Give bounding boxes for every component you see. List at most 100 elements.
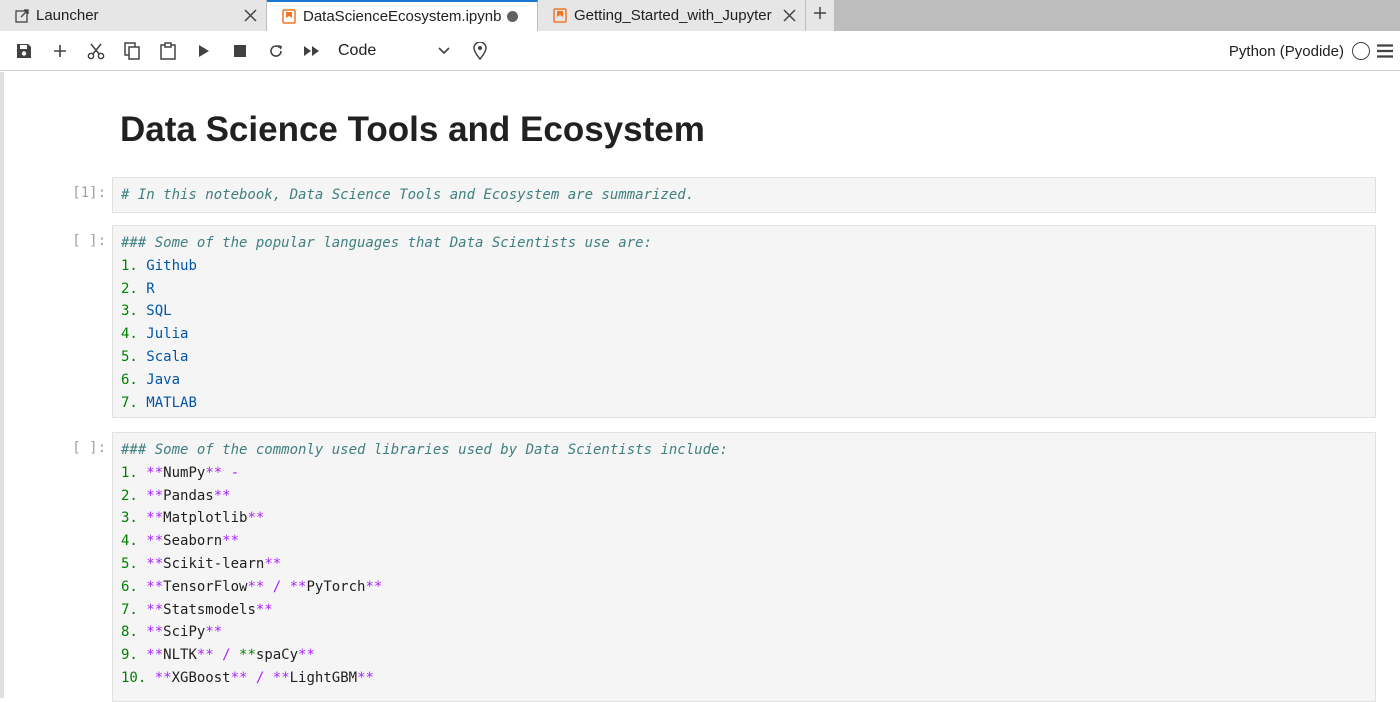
cell-editor[interactable]: ### Some of the commonly used libraries … [112,432,1376,702]
plus-icon [813,6,827,25]
save-icon [17,43,31,58]
list-number: 10. [121,669,147,686]
code-line: 3. SQL [121,303,172,319]
stop-icon [234,44,246,57]
tab-launcher[interactable]: Launcher [0,0,267,31]
tab-label: Getting_Started_with_Jupyter [574,7,772,24]
list-number: 7. [121,394,138,411]
code-line: 2. **Pandas** [121,488,231,504]
list-item-text: Julia [146,326,189,343]
clipboard-icon [160,41,176,60]
library-name: SciPy [163,624,206,641]
list-number: 8. [121,624,138,641]
list-number: 1. [121,464,138,481]
code-line: 4. Julia [121,326,188,342]
scrollbar[interactable] [1396,72,1400,698]
tab-datascienceecosystem[interactable]: DataScienceEcosystem.ipynb [267,0,538,31]
unsaved-dot-icon[interactable] [507,11,519,22]
tab-bar: Launcher DataScienceEcosystem.ipynb Gett… [0,0,1400,31]
code-line: 7. MATLAB [121,395,197,411]
insert-cell-button[interactable] [42,31,78,71]
list-item-text: Github [146,257,197,274]
library-name: TensorFlow [163,578,248,595]
cell-type-select[interactable]: Code [338,42,450,60]
list-number: 5. [121,555,138,572]
bold-marker: ** [239,647,256,664]
bold-marker: ** [146,601,164,618]
bold-marker: ** [146,647,164,664]
list-item-text: Scala [146,348,189,365]
bold-marker: ** [298,647,315,664]
list-number: 1. [121,257,138,274]
list-number: 2. [121,487,138,504]
notebook-panel[interactable]: Data Science Tools and Ecosystem [1]: # … [4,72,1396,702]
separator: / [247,669,273,686]
kernel-name[interactable]: Python (Pyodide) [1229,43,1344,60]
cell-editor[interactable]: ### Some of the popular languages that D… [112,225,1376,418]
add-tab-button[interactable] [806,0,834,31]
bold-marker: ** [357,669,374,686]
markdown-heading: Data Science Tools and Ecosystem [120,110,705,149]
save-button[interactable] [6,31,42,71]
bold-marker: ** [255,601,273,618]
kernel-status-circle-icon [1352,42,1370,60]
scissors-icon [87,43,105,59]
code-line: 5. Scala [121,349,188,365]
list-item-text: Java [146,371,181,388]
bold-marker: ** [205,464,223,481]
library-name: Statsmodels [163,601,256,618]
code-cell[interactable]: [ ]: ### Some of the commonly used libra… [4,432,1376,702]
library-name: XGBoost [171,669,231,686]
separator: / [264,578,290,595]
tab-getting-started[interactable]: Getting_Started_with_Jupyter [538,0,806,31]
list-item-text: MATLAB [146,394,197,411]
list-number: 3. [121,510,138,527]
code-line: 4. **Seaborn** [121,533,239,549]
comment-line: # In this notebook, Data Science Tools a… [121,187,695,203]
list-number: 3. [121,303,138,320]
bold-marker: ** [365,578,383,595]
close-icon[interactable] [242,8,258,24]
notebook-icon [281,9,297,25]
list-number: 2. [121,280,138,297]
restart-run-all-button[interactable] [294,31,330,71]
interrupt-button[interactable] [222,31,258,71]
notebook-icon [552,8,568,24]
code-line: 6. Java [121,372,180,388]
restart-button[interactable] [258,31,294,71]
plus-icon [54,44,66,57]
run-button[interactable] [186,31,222,71]
cut-button[interactable] [78,31,114,71]
cell-prompt: [1]: [72,185,106,201]
library-name: PyTorch [306,578,366,595]
list-number: 7. [121,601,138,618]
library-name: NumPy [163,464,206,481]
bold-marker: ** [146,510,164,527]
code-line: 10. **XGBoost** / **LightGBM** [121,670,374,686]
library-name: NLTK [163,647,197,664]
bold-marker: ** [230,669,248,686]
list-number: 4. [121,326,138,343]
copy-button[interactable] [114,31,150,71]
paste-button[interactable] [150,31,186,71]
external-link-icon [14,8,30,24]
cell-editor[interactable]: # In this notebook, Data Science Tools a… [112,177,1376,213]
hamburger-icon [1377,44,1393,58]
code-cell[interactable]: [1]: # In this notebook, Data Science To… [4,177,1376,213]
cell-prompt: [ ]: [72,233,106,249]
bold-marker: ** [222,533,240,550]
code-line: 9. **NLTK** / **spaCy** [121,647,315,663]
debugger-button[interactable] [462,31,498,71]
library-name: Pandas [163,487,214,504]
library-name: Seaborn [163,533,223,550]
comment-line: ### Some of the commonly used libraries … [121,442,728,458]
code-cell[interactable]: [ ]: ### Some of the popular languages t… [4,225,1376,419]
fast-forward-icon [304,45,319,56]
refresh-icon [270,44,282,57]
cell-prompt: [ ]: [72,440,106,456]
close-icon[interactable] [781,8,797,24]
location-pin-icon [473,41,487,60]
bold-marker: ** [146,578,164,595]
menu-button[interactable] [1370,31,1400,71]
notebook-toolbar: Code Python (Pyodide) [0,31,1400,71]
